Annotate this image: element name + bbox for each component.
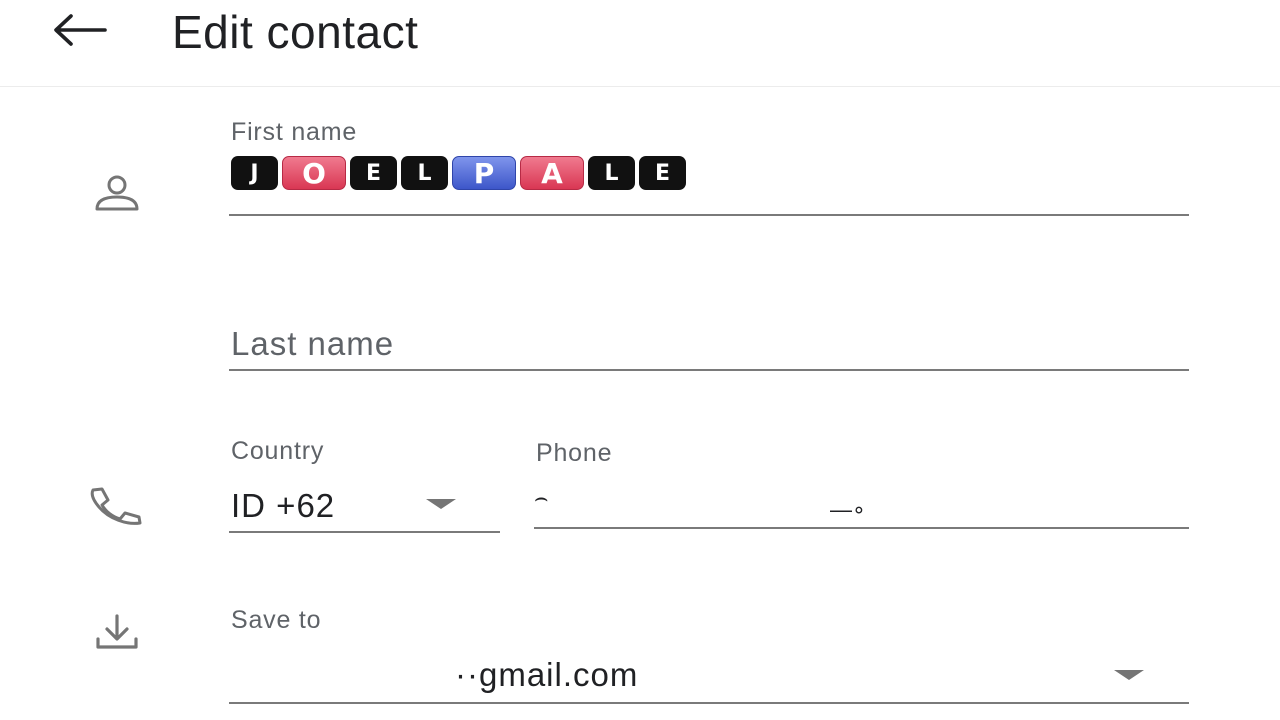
country-underline bbox=[229, 531, 500, 533]
first-name-value: JOELPALE bbox=[231, 156, 686, 190]
download-icon bbox=[86, 610, 148, 654]
person-icon bbox=[86, 172, 148, 216]
save-to-selector[interactable]: Save to ··gmail.com bbox=[229, 606, 1189, 706]
phone-field[interactable]: Phone ⌢ —∘ bbox=[534, 439, 1189, 531]
name-letter-tile: L bbox=[401, 156, 448, 190]
edit-contact-screen: Edit contact First name JOELPALE Last na… bbox=[0, 0, 1280, 720]
back-button[interactable] bbox=[44, 6, 114, 58]
chevron-down-icon bbox=[1114, 670, 1144, 680]
first-name-underline bbox=[229, 214, 1189, 216]
first-name-field[interactable]: First name JOELPALE bbox=[229, 118, 1189, 218]
phone-icon bbox=[86, 484, 148, 528]
name-letter-tile: L bbox=[588, 156, 635, 190]
country-selector[interactable]: Country ID +62 bbox=[229, 437, 500, 535]
country-value: ID +62 bbox=[231, 487, 336, 524]
save-to-underline bbox=[229, 702, 1189, 704]
app-bar: Edit contact bbox=[0, 0, 1280, 87]
name-letter-tile: E bbox=[639, 156, 686, 190]
page-title: Edit contact bbox=[172, 6, 419, 58]
name-letter-tile: J bbox=[231, 156, 278, 190]
phone-value-end: —∘ bbox=[830, 497, 866, 522]
phone-label: Phone bbox=[536, 439, 613, 467]
arrow-left-icon bbox=[51, 13, 107, 52]
phone-underline bbox=[534, 527, 1189, 529]
name-letter-tile: O bbox=[282, 156, 346, 190]
name-letter-tile: A bbox=[520, 156, 584, 190]
country-label: Country bbox=[231, 437, 325, 465]
save-to-label: Save to bbox=[231, 606, 322, 634]
last-name-field[interactable]: Last name bbox=[229, 325, 1189, 375]
name-letter-tile: E bbox=[350, 156, 397, 190]
chevron-down-icon bbox=[426, 499, 456, 509]
last-name-underline bbox=[229, 369, 1189, 371]
save-to-account: ··gmail.com bbox=[455, 656, 639, 693]
first-name-label: First name bbox=[231, 118, 358, 146]
last-name-placeholder: Last name bbox=[231, 325, 395, 362]
phone-value-start: ⌢ bbox=[534, 485, 549, 510]
name-letter-tile: P bbox=[452, 156, 516, 190]
